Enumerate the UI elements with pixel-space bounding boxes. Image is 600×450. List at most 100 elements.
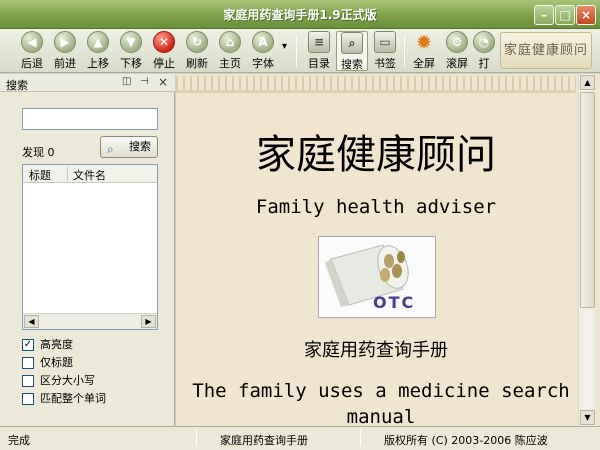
font-button[interactable]: A 字体 [247, 31, 279, 71]
document-title: 家庭健康顾问 [256, 132, 496, 178]
up-icon: ▲ [87, 31, 109, 53]
home-button[interactable]: ⌂ 主页 [214, 31, 246, 71]
scroll-screen-label: 滚屏 [446, 57, 468, 70]
content-pane: 家庭健康顾问 Family health adviser OTC 家庭用药查询手… [176, 74, 600, 426]
font-icon: A [252, 31, 274, 53]
move-down-label: 下移 [120, 57, 142, 70]
otc-label: OTC [373, 293, 416, 312]
refresh-icon: ↻ [186, 31, 208, 53]
print-label: 打 [478, 57, 490, 70]
scroll-screen-button[interactable]: ⚙ 滚屏 [441, 31, 473, 71]
title-bar: 家庭用药查询手册1.9正式版 – □ × [0, 0, 600, 29]
move-up-button[interactable]: ▲ 上移 [82, 31, 114, 71]
print-button[interactable]: ◔ 打 [472, 31, 496, 71]
minimize-button[interactable]: – [534, 5, 554, 25]
horizontal-scrollbar[interactable]: ◀ ▶ [23, 313, 157, 329]
window-title: 家庭用药查询手册1.9正式版 [223, 8, 377, 22]
toolbar: ◀ 后退 ▶ 前进 ▲ 上移 ▼ 下移 ✕ 停止 ↻ 刷新 ⌂ 主页 A 字体 … [0, 29, 600, 73]
status-left: 完成 [8, 434, 30, 447]
stop-button[interactable]: ✕ 停止 [148, 31, 180, 71]
move-down-button[interactable]: ▼ 下移 [115, 31, 147, 71]
checkbox-checked-icon[interactable]: ✓ [22, 339, 34, 351]
back-icon: ◀ [21, 31, 43, 53]
search-tab-label: 搜索 [341, 58, 363, 71]
print-icon: ◔ [473, 31, 495, 53]
autohide-icon[interactable]: ⊣ [140, 76, 149, 87]
scroll-up-icon[interactable]: ▲ [580, 75, 595, 90]
contents-icon: ≡ [308, 31, 330, 53]
search-icon: ⌕ [341, 32, 363, 54]
scroll-right-icon[interactable]: ▶ [141, 315, 156, 328]
scroll-icon: ⚙ [446, 31, 468, 53]
move-up-label: 上移 [87, 57, 109, 70]
search-tab-button[interactable]: ⌕ 搜索 [336, 31, 368, 71]
contents-label: 目录 [308, 57, 330, 70]
brand-logo: 家庭健康顾问 [500, 32, 592, 69]
search-options: ✓ 高亮度 仅标题 区分大小写 匹配整个单词 [22, 338, 106, 410]
results-list[interactable]: 标题 文件名 ◀ ▶ [22, 164, 158, 330]
document-subtitle-en: The family uses a medicine search manual [192, 380, 570, 426]
option-label: 高亮度 [40, 338, 73, 351]
checkbox[interactable] [22, 375, 34, 387]
forward-icon: ▶ [54, 31, 76, 53]
refresh-label: 刷新 [186, 57, 208, 70]
decorative-border [176, 76, 576, 90]
document-subtitle: 家庭用药查询手册 [304, 340, 448, 361]
magnifier-icon: ⌕ [107, 142, 114, 156]
checkbox[interactable] [22, 357, 34, 369]
back-label: 后退 [21, 57, 43, 70]
font-dropdown-arrow-icon[interactable]: ▾ [282, 41, 287, 52]
checkbox[interactable] [22, 393, 34, 405]
fullscreen-icon: ✹ [415, 30, 433, 54]
document-title-en: Family health adviser [255, 196, 497, 218]
status-divider [196, 430, 197, 446]
panel-close-icon[interactable]: × [158, 75, 168, 89]
stop-icon: ✕ [153, 31, 175, 53]
status-bar: 完成 家庭用药查询手册 版权所有 (C) 2003-2006 陈应波 [0, 426, 600, 450]
maximize-button[interactable]: □ [555, 5, 575, 25]
pin-icon[interactable]: ◫ [122, 76, 131, 87]
decorative-rule [176, 90, 576, 93]
stop-label: 停止 [153, 57, 175, 70]
option-title-only[interactable]: 仅标题 [22, 356, 106, 374]
results-header: 标题 文件名 [23, 165, 157, 183]
close-button[interactable]: × [576, 5, 596, 25]
bookmark-button[interactable]: ▭ 书签 [369, 31, 401, 71]
scrollbar-thumb[interactable] [580, 92, 595, 308]
home-icon: ⌂ [219, 31, 241, 53]
back-button[interactable]: ◀ 后退 [16, 31, 48, 71]
vertical-scrollbar[interactable]: ▲ ▼ [578, 74, 595, 426]
option-label: 仅标题 [40, 356, 73, 369]
fullscreen-button[interactable]: ✹ 全屏 [408, 31, 440, 71]
search-button-label: 搜索 [129, 140, 151, 153]
status-right: 版权所有 (C) 2003-2006 陈应波 [384, 434, 548, 447]
column-divider [67, 167, 68, 181]
found-count: 发现 0 [22, 146, 55, 159]
status-middle: 家庭用药查询手册 [220, 434, 308, 447]
scroll-left-icon[interactable]: ◀ [24, 315, 39, 328]
toolbar-separator [296, 35, 297, 67]
fullscreen-label: 全屏 [413, 57, 435, 70]
option-match-case[interactable]: 区分大小写 [22, 374, 106, 392]
bookmark-label: 书签 [374, 57, 396, 70]
column-filename[interactable]: 文件名 [73, 167, 106, 183]
option-highlight[interactable]: ✓ 高亮度 [22, 338, 106, 356]
column-title[interactable]: 标题 [29, 167, 51, 183]
panel-header: 搜索 ◫ ⊣ × [0, 74, 175, 92]
option-label: 匹配整个单词 [40, 392, 106, 405]
forward-label: 前进 [54, 57, 76, 70]
refresh-button[interactable]: ↻ 刷新 [181, 31, 213, 71]
option-label: 区分大小写 [40, 374, 95, 387]
status-divider [360, 430, 361, 446]
contents-button[interactable]: ≡ 目录 [303, 31, 335, 71]
search-input[interactable] [22, 108, 158, 130]
down-icon: ▼ [120, 31, 142, 53]
option-whole-word[interactable]: 匹配整个单词 [22, 392, 106, 410]
toolbar-separator [404, 35, 405, 67]
forward-button[interactable]: ▶ 前进 [49, 31, 81, 71]
scroll-down-icon[interactable]: ▼ [580, 410, 595, 425]
home-label: 主页 [219, 57, 241, 70]
panel-title: 搜索 [6, 79, 28, 92]
search-button[interactable]: ⌕ 搜索 [100, 136, 158, 158]
bookmark-icon: ▭ [374, 31, 396, 53]
